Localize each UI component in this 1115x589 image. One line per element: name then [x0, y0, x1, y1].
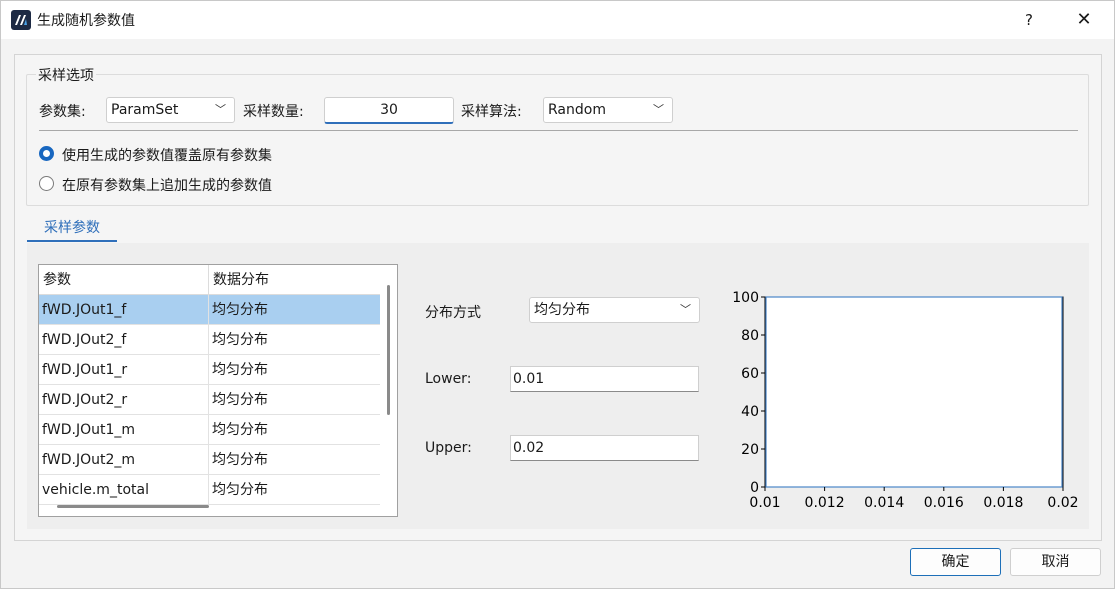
- distribution-cell: 均匀分布: [212, 332, 268, 348]
- dialog-title: 生成随机参数值: [37, 13, 135, 29]
- distribution-cell: 均匀分布: [212, 452, 268, 468]
- table-row[interactable]: fWD.JOut1_m 均匀分布: [39, 415, 380, 445]
- algorithm-combo[interactable]: Random ﹀: [543, 97, 673, 123]
- y-tick-label: 60: [741, 366, 759, 382]
- overwrite-radio[interactable]: [39, 146, 54, 161]
- options-divider: [39, 130, 1078, 131]
- param-cell: fWD.JOut2_m: [39, 445, 209, 475]
- sampling-options-title: 采样选项: [36, 65, 96, 85]
- param-cell: fWD.JOut1_r: [39, 355, 209, 385]
- params-table: 参数 数据分布 fWD.JOut1_f 均匀分布 fWD.JOut2_f 均匀分布 fW…: [38, 264, 398, 517]
- column-header-param[interactable]: 参数: [39, 265, 209, 295]
- x-tick-label: 0.02: [1047, 495, 1078, 511]
- param-cell: fWD.JOut1_m: [39, 415, 209, 445]
- distribution-cell: 均匀分布: [212, 482, 268, 498]
- append-radio[interactable]: [39, 176, 54, 191]
- x-tick-label: 0.012: [805, 495, 845, 511]
- param-set-combo[interactable]: ParamSet ﹀: [106, 97, 235, 123]
- param-set-value: ParamSet: [111, 102, 179, 118]
- distribution-cell: 均匀分布: [212, 392, 268, 408]
- ok-button[interactable]: 确定: [910, 548, 1001, 576]
- app-logo-icon: [11, 10, 31, 30]
- algorithm-value: Random: [548, 102, 606, 118]
- distribution-method-label: 分布方式: [425, 305, 481, 321]
- y-tick-label: 100: [732, 291, 759, 306]
- param-set-label: 参数集:: [39, 104, 86, 120]
- table-row[interactable]: fWD.JOut1_f 均匀分布: [39, 295, 380, 325]
- append-radio-label[interactable]: 在原有参数集上追加生成的参数值: [62, 175, 272, 195]
- param-cell: vehicle.m_total: [39, 475, 209, 505]
- lower-input[interactable]: 0.01: [510, 366, 699, 392]
- y-tick-label: 40: [741, 404, 759, 420]
- distribution-histogram: 0 20 40 60 80 100 0.01 0.012 0.014 0.016 0.018 0.02: [732, 290, 1078, 511]
- sample-count-input[interactable]: 30: [324, 97, 454, 124]
- lower-label: Lower:: [425, 371, 472, 387]
- distribution-method-combo[interactable]: 均匀分布 ﹀: [529, 297, 700, 323]
- y-tick-label: 80: [741, 328, 759, 344]
- param-cell: fWD.JOut2_f: [39, 325, 209, 355]
- overwrite-radio-label[interactable]: 使用生成的参数值覆盖原有参数集: [62, 145, 272, 165]
- param-cell: fWD.JOut2_r: [39, 385, 209, 415]
- distribution-cell: 均匀分布: [212, 422, 268, 438]
- plot-area: [764, 296, 1064, 488]
- cancel-button[interactable]: 取消: [1010, 548, 1101, 576]
- column-header-distribution[interactable]: 数据分布: [209, 265, 380, 295]
- x-tick-label: 0.018: [983, 495, 1023, 511]
- algorithm-label: 采样算法:: [461, 104, 522, 120]
- table-header: 参数 数据分布: [39, 265, 380, 295]
- tab-sampling-params[interactable]: 采样参数: [27, 215, 117, 242]
- distribution-method-value: 均匀分布: [534, 302, 590, 318]
- vertical-scrollbar[interactable]: [387, 285, 390, 415]
- table-row[interactable]: fWD.JOut2_f 均匀分布: [39, 325, 380, 355]
- chevron-down-icon: ﹀: [653, 103, 664, 116]
- title-bar[interactable]: 生成随机参数值 ? ✕: [1, 1, 1114, 39]
- horizontal-scrollbar[interactable]: [57, 505, 209, 508]
- distribution-cell: 均匀分布: [212, 362, 268, 378]
- upper-input[interactable]: 0.02: [510, 435, 699, 461]
- table-row[interactable]: fWD.JOut1_r 均匀分布: [39, 355, 380, 385]
- chevron-down-icon: ﹀: [680, 303, 691, 316]
- param-cell: fWD.JOut1_f: [39, 295, 209, 325]
- sample-count-label: 采样数量:: [243, 104, 304, 120]
- x-tick-label: 0.01: [749, 495, 780, 511]
- distribution-chart: 0 20 40 60 80 100 0.01 0.012 0.014 0.016 0.018 0.02: [729, 290, 1084, 511]
- chevron-down-icon: ﹀: [215, 103, 226, 116]
- table-row[interactable]: fWD.JOut2_m 均匀分布: [39, 445, 380, 475]
- dialog-window: 生成随机参数值 ? ✕ 采样选项 参数集: ParamSet ﹀ 采样数量: 3…: [0, 0, 1115, 589]
- y-tick-label: 0: [750, 480, 759, 496]
- x-tick-label: 0.014: [864, 495, 904, 511]
- y-tick-label: 20: [741, 442, 759, 458]
- close-button[interactable]: ✕: [1069, 8, 1099, 32]
- table-row[interactable]: vehicle.m_total 均匀分布: [39, 475, 380, 505]
- upper-label: Upper:: [425, 440, 472, 456]
- distribution-cell: 均匀分布: [212, 302, 268, 318]
- x-tick-label: 0.016: [924, 495, 964, 511]
- table-row[interactable]: fWD.JOut2_r 均匀分布: [39, 385, 380, 415]
- help-button[interactable]: ?: [1014, 8, 1044, 32]
